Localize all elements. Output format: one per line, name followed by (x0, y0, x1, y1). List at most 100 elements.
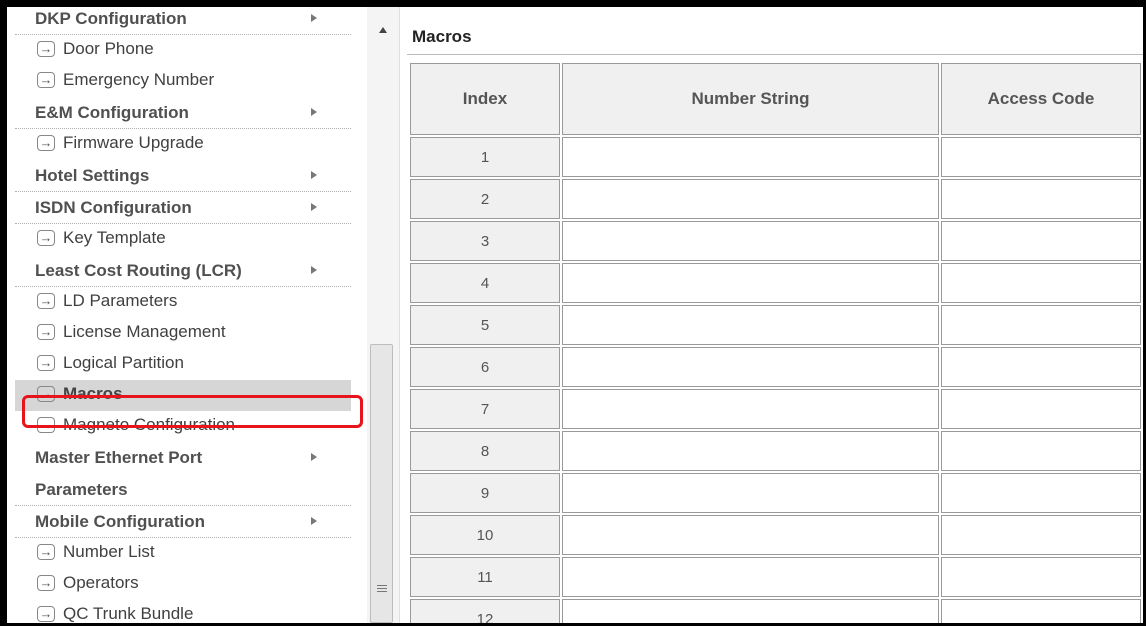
access-code-cell[interactable] (941, 389, 1141, 429)
access-code-cell[interactable] (941, 347, 1141, 387)
sidebar-item-number-list[interactable]: → Number List (15, 538, 351, 569)
index-cell: 12 (410, 599, 560, 623)
sidebar-item-label: DKP Configuration (35, 9, 187, 28)
index-cell: 4 (410, 263, 560, 303)
app-window: DKP Configuration → Door Phone → Emergency N… (7, 7, 1143, 623)
number-string-cell[interactable] (562, 431, 939, 471)
sidebar-item-door-phone[interactable]: → Door Phone (15, 35, 351, 66)
arrow-right-icon: → (37, 72, 55, 88)
table-row: 10 (410, 515, 1141, 555)
number-string-cell[interactable] (562, 389, 939, 429)
sidebar-item-label: E&M Configuration (35, 103, 189, 122)
sidebar-item-macros[interactable]: → Macros (15, 380, 351, 411)
title-divider (407, 54, 1143, 55)
sidebar-scrollbar[interactable] (367, 7, 400, 623)
sidebar-item-label: Mobile Configuration (35, 512, 205, 531)
column-header-access-code[interactable]: Access Code (941, 63, 1141, 135)
number-string-cell[interactable] (562, 347, 939, 387)
sidebar-item-magneto-configuration[interactable]: → Magneto Configuration (15, 411, 351, 442)
arrow-right-icon: → (37, 135, 55, 151)
index-cell: 11 (410, 557, 560, 597)
access-code-cell[interactable] (941, 137, 1141, 177)
column-header-index[interactable]: Index (410, 63, 560, 135)
sidebar-item-hotel-settings[interactable]: Hotel Settings (15, 160, 351, 192)
sidebar-item-dkp-configuration[interactable]: DKP Configuration (15, 7, 351, 35)
sidebar-item-ld-parameters[interactable]: → LD Parameters (15, 287, 351, 318)
access-code-cell[interactable] (941, 263, 1141, 303)
arrow-right-icon: → (37, 417, 55, 433)
sidebar-item-mobile-configuration[interactable]: Mobile Configuration (15, 506, 351, 538)
sidebar-item-label: Magneto Configuration (63, 415, 236, 434)
sidebar-item-label: Hotel Settings (35, 166, 150, 185)
table-row: 5 (410, 305, 1141, 345)
sidebar-item-label: LD Parameters (63, 291, 178, 310)
number-string-cell[interactable] (562, 473, 939, 513)
main-panel: Macros Index Number String Access Code 1… (400, 7, 1143, 623)
sidebar-item-label: Number List (63, 542, 155, 561)
arrow-right-icon: → (37, 544, 55, 560)
sidebar-item-isdn-configuration[interactable]: ISDN Configuration (15, 192, 351, 224)
page-title: Macros (412, 27, 472, 46)
arrow-right-icon: → (37, 355, 55, 371)
column-header-number-string[interactable]: Number String (562, 63, 939, 135)
table-row: 12 (410, 599, 1141, 623)
number-string-cell[interactable] (562, 599, 939, 623)
access-code-cell[interactable] (941, 515, 1141, 555)
table-row: 1 (410, 137, 1141, 177)
submenu-caret-icon (311, 171, 317, 179)
index-cell: 1 (410, 137, 560, 177)
arrow-right-icon: → (37, 41, 55, 57)
table-row: 9 (410, 473, 1141, 513)
sidebar-item-logical-partition[interactable]: → Logical Partition (15, 349, 351, 380)
submenu-caret-icon (311, 453, 317, 461)
index-cell: 10 (410, 515, 560, 555)
submenu-caret-icon (311, 108, 317, 116)
sidebar: DKP Configuration → Door Phone → Emergency N… (7, 7, 368, 623)
access-code-cell[interactable] (941, 221, 1141, 261)
index-cell: 2 (410, 179, 560, 219)
sidebar-item-key-template[interactable]: → Key Template (15, 224, 351, 255)
number-string-cell[interactable] (562, 557, 939, 597)
access-code-cell[interactable] (941, 599, 1141, 623)
index-cell: 9 (410, 473, 560, 513)
sidebar-item-qc-trunk-bundle[interactable]: → QC Trunk Bundle (15, 600, 351, 623)
sidebar-item-least-cost-routing-lcr[interactable]: Least Cost Routing (LCR) (15, 255, 351, 287)
sidebar-item-label: Emergency Number (63, 70, 215, 89)
number-string-cell[interactable] (562, 221, 939, 261)
sidebar-item-operators[interactable]: → Operators (15, 569, 351, 600)
table-row: 8 (410, 431, 1141, 471)
sidebar-item-e-m-configuration[interactable]: E&M Configuration (15, 97, 351, 129)
sidebar-item-label: Logical Partition (63, 353, 184, 372)
number-string-cell[interactable] (562, 305, 939, 345)
number-string-cell[interactable] (562, 179, 939, 219)
sidebar-item-firmware-upgrade[interactable]: → Firmware Upgrade (15, 129, 351, 160)
sidebar-item-label: ISDN Configuration (35, 198, 192, 217)
sidebar-item-label-line2: Parameters (35, 480, 128, 499)
scroll-up-arrow-icon[interactable] (379, 27, 387, 33)
access-code-cell[interactable] (941, 557, 1141, 597)
sidebar-item-master-ethernet-port[interactable]: Master Ethernet Port Parameters (15, 442, 351, 506)
table-row: 4 (410, 263, 1141, 303)
access-code-cell[interactable] (941, 473, 1141, 513)
table-row: 3 (410, 221, 1141, 261)
number-string-cell[interactable] (562, 515, 939, 555)
arrow-right-icon: → (37, 293, 55, 309)
access-code-cell[interactable] (941, 431, 1141, 471)
arrow-right-icon: → (37, 324, 55, 340)
table-body: 1 2 3 4 5 6 7 8 9 10 11 12 (410, 137, 1141, 623)
number-string-cell[interactable] (562, 137, 939, 177)
table-row: 6 (410, 347, 1141, 387)
sidebar-item-label: Firmware Upgrade (63, 133, 204, 152)
scrollbar-thumb[interactable] (370, 344, 393, 623)
number-string-cell[interactable] (562, 263, 939, 303)
sidebar-item-label-line1: Master Ethernet Port (35, 448, 203, 467)
arrow-right-icon: → (37, 386, 55, 402)
access-code-cell[interactable] (941, 179, 1141, 219)
grip-icon (377, 585, 387, 594)
access-code-cell[interactable] (941, 305, 1141, 345)
index-cell: 7 (410, 389, 560, 429)
sidebar-item-emergency-number[interactable]: → Emergency Number (15, 66, 351, 97)
sidebar-item-license-management[interactable]: → License Management (15, 318, 351, 349)
submenu-caret-icon (311, 203, 317, 211)
index-cell: 3 (410, 221, 560, 261)
